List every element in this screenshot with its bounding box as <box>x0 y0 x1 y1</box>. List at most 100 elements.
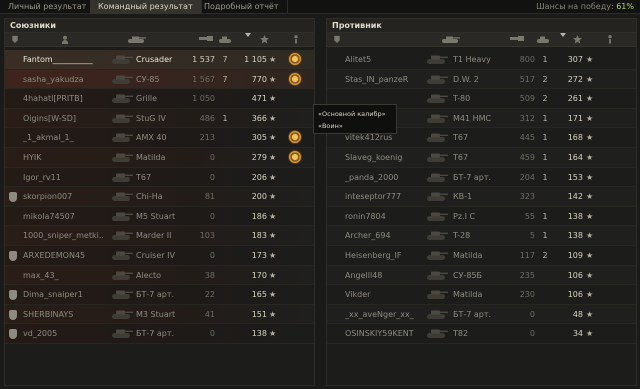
ally-row[interactable]: ARXEDEMON45 Cruiser IV 0 173 ★ <box>5 245 314 266</box>
xp-value: 471 <box>251 94 267 104</box>
allies-list: Fantom__________ Crusader 1 537 7 1 105 ★ sash… <box>5 50 314 344</box>
ally-row[interactable]: skorpion007 Chi-Ha 81 200 ★ <box>5 187 314 207</box>
vehicle-name: Marder II <box>136 231 172 241</box>
xp-value: 366 <box>251 113 267 123</box>
squad-slot <box>9 231 19 241</box>
tank-icon[interactable] <box>125 35 147 44</box>
medal-header-icon[interactable] <box>293 35 299 44</box>
enemy-row[interactable]: Slaveg_koenig T67 459 1 164 ★ <box>327 147 636 168</box>
enemy-row[interactable]: Heisenberg_IF Matilda 117 2 109 ★ <box>327 246 636 266</box>
enemy-row[interactable]: _panda_2000 БТ-7 арт. 204 1 153 ★ <box>327 168 636 188</box>
enemy-row[interactable]: Vikder Matilda 230 106 ★ <box>327 285 636 305</box>
xp-value: 170 <box>251 270 267 280</box>
medal-icon[interactable] <box>288 130 302 145</box>
damage-value: 103 <box>199 231 215 241</box>
sort-arrow-icon[interactable] <box>245 33 251 37</box>
xp-star-icon: ★ <box>269 329 277 339</box>
ally-row[interactable]: 1000_sniper_metki... Marder II 103 183 ★ <box>5 226 314 246</box>
tank-icon <box>426 92 448 105</box>
squad-slot <box>9 94 19 104</box>
enemy-row[interactable]: Archer_694 T-28 5 1 138 ★ <box>327 226 636 246</box>
player-name: Igor_rv11 <box>23 172 61 182</box>
medal-slot[interactable] <box>288 52 302 68</box>
ally-row[interactable]: 4hahatl[PRITB] Grille 1 050 471 ★ <box>5 89 314 109</box>
xp-value: 165 <box>251 290 267 300</box>
ally-row[interactable]: _1_akmal_1_ AMX 40 213 305 ★ <box>5 128 314 148</box>
xp-value: 109 <box>567 250 583 260</box>
frags-tank-icon[interactable] <box>218 35 232 44</box>
damage-value: 81 <box>204 192 215 202</box>
xp-star-icon[interactable] <box>260 35 269 44</box>
enemy-row[interactable]: OSINSKIY59KENT T82 0 34 ★ <box>327 324 636 344</box>
xp-value: 1 105 <box>244 55 267 64</box>
tank-icon <box>426 53 448 66</box>
squad-shield-icon[interactable] <box>11 35 19 44</box>
enemy-row[interactable]: Angelll48 СУ-85Б 235 106 ★ <box>327 265 636 286</box>
damage-value: 41 <box>204 309 215 319</box>
vehicle-name: AMX 40 <box>136 133 167 143</box>
medal-icon[interactable] <box>288 52 302 66</box>
medal-slot[interactable] <box>288 71 302 88</box>
win-chance: Шансы на победу: 61% <box>536 0 634 14</box>
tab-personal-result[interactable]: Личный результат <box>0 0 96 14</box>
enemy-row[interactable]: Alitet5 T1 Heavy 800 1 307 ★ <box>327 50 636 70</box>
tooltip-line-2: «Воин» <box>318 122 343 130</box>
player-name: Oigins[W-SD] <box>23 113 77 123</box>
medal-icon[interactable] <box>288 149 302 164</box>
player-icon[interactable] <box>61 35 69 44</box>
enemy-row[interactable]: _xx_aveNger_xx_ БТ-7 арт. 0 48 ★ <box>327 304 636 325</box>
tank-icon <box>426 131 448 144</box>
squad-slot <box>9 329 19 340</box>
enemy-row[interactable]: ronin7804 Pz.I C 55 1 138 ★ <box>327 207 636 227</box>
xp-star-icon: ★ <box>269 74 277 84</box>
xp-value: 171 <box>567 113 583 123</box>
ally-row[interactable]: Fantom__________ Crusader 1 537 7 1 105 ★ <box>5 50 314 70</box>
tank-icon <box>111 53 133 66</box>
ally-row[interactable]: Dima_snaiper1 БТ-7 арт. 22 165 ★ <box>5 285 314 305</box>
ally-row[interactable]: mikola74507 M5 Stuart 0 186 ★ <box>5 206 314 227</box>
medal-slot[interactable] <box>288 149 302 166</box>
squad-slot <box>9 271 19 281</box>
xp-star-icon: ★ <box>269 172 277 182</box>
medal-icon[interactable] <box>288 71 302 86</box>
medal-header-icon[interactable] <box>607 35 613 44</box>
xp-value: 206 <box>251 172 267 182</box>
vehicle-name: Matilda <box>453 250 483 260</box>
xp-star-icon[interactable] <box>573 35 582 44</box>
medal-slot[interactable] <box>288 130 302 146</box>
enemy-row[interactable]: Stas_IN_panzeR D.W. 2 517 2 272 ★ <box>327 69 636 90</box>
player-name: Fantom__________ <box>23 55 93 64</box>
ally-row[interactable]: vd_2005 БТ-7 арт. 0 138 ★ <box>5 324 314 344</box>
tank-icon <box>111 151 133 164</box>
tab-team-result[interactable]: Командный результат <box>90 0 202 14</box>
frags-value: 7 <box>222 74 228 84</box>
xp-value: 272 <box>567 74 583 84</box>
player-name: 4hahatl[PRITB] <box>23 94 83 104</box>
tab-detailed-report[interactable]: Подробный отчёт <box>196 0 288 14</box>
xp-value: 770 <box>251 74 267 84</box>
damage-gun-icon[interactable] <box>510 35 524 44</box>
vehicle-name: Cruiser IV <box>136 250 175 260</box>
vehicle-name: СУ-85 <box>136 74 160 84</box>
enemy-row[interactable]: inteseptor777 КВ-1 323 142 ★ <box>327 187 636 207</box>
damage-gun-icon[interactable] <box>199 35 213 44</box>
ally-row[interactable]: SHERBINAYS M3 Stuart 41 151 ★ <box>5 304 314 325</box>
tank-icon[interactable] <box>439 35 461 44</box>
ally-row[interactable]: Igor_rv11 T67 0 206 ★ <box>5 167 314 188</box>
damage-value: 800 <box>519 55 535 64</box>
ally-row[interactable]: max_43_ Alecto 38 170 ★ <box>5 265 314 286</box>
player-name: Stas_IN_panzeR <box>345 74 409 84</box>
squad-shield-icon[interactable] <box>333 35 341 44</box>
ally-row[interactable]: HYIK Matilda 0 279 ★ <box>5 147 314 168</box>
ally-row[interactable]: Oigins[W-SD] StuG IV 486 1 366 ★ <box>5 108 314 129</box>
allies-panel: Союзники Fantom__________ Crusader 1 537 7 1… <box>4 18 315 386</box>
xp-star-icon: ★ <box>269 113 277 123</box>
frags-value: 1 <box>542 211 548 221</box>
ally-row[interactable]: sasha_yakudza СУ-85 1 567 7 770 ★ <box>5 69 314 90</box>
squad-slot <box>9 250 19 261</box>
squad-slot <box>9 212 19 222</box>
frags-tank-icon[interactable] <box>536 35 550 44</box>
vehicle-name: Matilda <box>136 152 166 162</box>
player-name: Alitet5 <box>345 55 372 64</box>
sort-arrow-icon[interactable] <box>560 33 566 37</box>
